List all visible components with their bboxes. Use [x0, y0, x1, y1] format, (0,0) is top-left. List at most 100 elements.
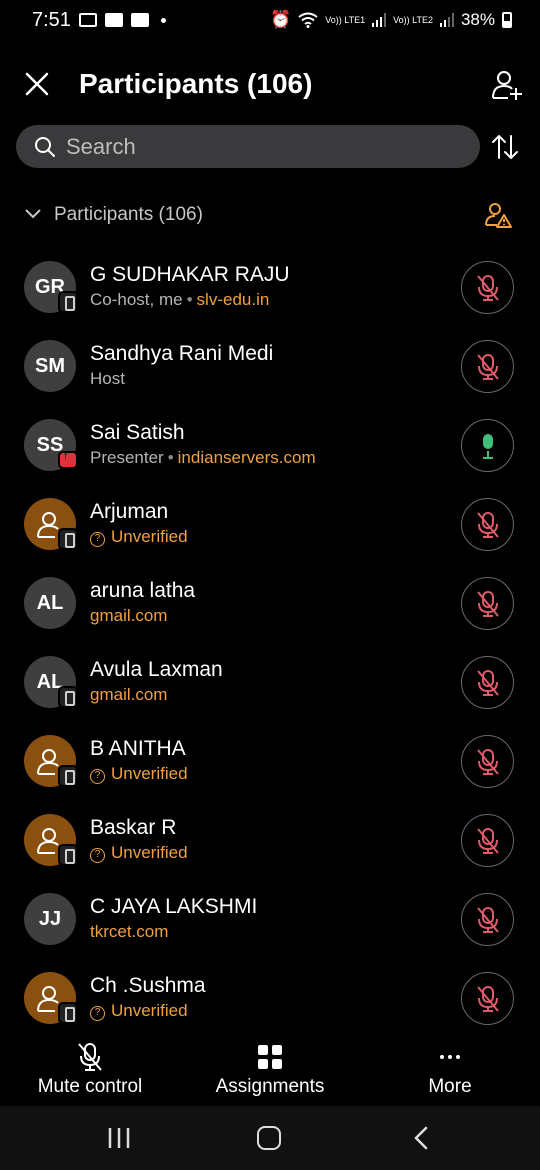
participants-list: GR G SUDHAKAR RAJU Co-host, me • slv-edu.in S…	[0, 248, 540, 1038]
person-warning-icon[interactable]	[484, 201, 512, 229]
alarm-icon: ⏰	[270, 10, 292, 29]
signal-icon	[372, 13, 387, 27]
participant-row[interactable]: AL Avula Laxman gmail.com	[0, 643, 540, 722]
notification-icon	[130, 13, 149, 27]
mic-muted-button[interactable]	[461, 972, 514, 1025]
participant-subtitle: ? Unverified	[90, 1001, 188, 1021]
mic-off-icon	[475, 747, 501, 777]
mic-muted-button[interactable]	[461, 735, 514, 788]
assignments-label: Assignments	[215, 1076, 325, 1097]
section-title: Participants (106)	[54, 204, 203, 225]
participant-name: Sai Satish	[90, 421, 185, 444]
participant-row[interactable]: GR G SUDHAKAR RAJU Co-host, me • slv-edu.in	[0, 248, 540, 327]
mic-muted-button[interactable]	[461, 577, 514, 630]
separator-dot: •	[167, 448, 174, 467]
system-nav-bar	[0, 1106, 540, 1170]
mobile-device-icon	[58, 528, 78, 550]
mic-off-icon	[475, 352, 501, 382]
recent-apps-icon[interactable]	[106, 1126, 132, 1150]
mobile-device-icon	[58, 291, 78, 313]
question-icon: ?	[90, 848, 105, 863]
status-bar: 7:51 ⏰ Vo)) LTE1 Vo)) LTE2 38%	[0, 0, 540, 40]
participant-row[interactable]: JJ C JAYA LAKSHMI tkrcet.com	[0, 880, 540, 959]
action-bar: Mute control Assignments More	[0, 1030, 540, 1106]
participant-row[interactable]: Ch .Sushma? Unverified	[0, 959, 540, 1038]
avatar: AL	[24, 577, 76, 629]
participant-name: G SUDHAKAR RAJU	[90, 263, 290, 286]
participant-name: Avula Laxman	[90, 658, 223, 681]
participant-name: B ANITHA	[90, 737, 186, 760]
status-time: 7:51	[32, 8, 71, 31]
unverified-label: Unverified	[111, 1001, 188, 1020]
mobile-device-icon	[58, 686, 78, 708]
avatar-initials: AL	[36, 591, 64, 614]
question-icon: ?	[90, 532, 105, 547]
mic-muted-button[interactable]	[461, 261, 514, 314]
battery-percent: 38%	[460, 10, 495, 29]
participant-name: C JAYA LAKSHMI	[90, 895, 258, 918]
participant-role: Host	[90, 369, 125, 388]
avatar-initials: JJ	[38, 907, 62, 930]
ellipsis-icon	[440, 1055, 460, 1059]
participant-name: Baskar R	[90, 816, 177, 839]
participant-row[interactable]: AL aruna latha gmail.com	[0, 564, 540, 643]
back-icon[interactable]	[410, 1126, 434, 1150]
mic-off-icon	[475, 510, 501, 540]
participant-name: Sandhya Rani Medi	[90, 342, 274, 365]
participant-row[interactable]: Baskar R? Unverified	[0, 801, 540, 880]
mic-muted-button[interactable]	[461, 498, 514, 551]
battery-icon	[502, 12, 512, 28]
participant-domain: indianservers.com	[177, 448, 316, 467]
search-icon	[35, 136, 55, 157]
question-icon: ?	[90, 1006, 105, 1021]
participant-name: Arjuman	[90, 500, 169, 523]
mic-active-button[interactable]	[461, 419, 514, 472]
participant-role: Co-host, me	[90, 290, 183, 309]
avatar: SM	[24, 340, 76, 392]
participant-row[interactable]: SM Sandhya Rani Medi Host	[0, 327, 540, 406]
mobile-device-icon	[58, 844, 78, 866]
participant-row[interactable]: B ANITHA? Unverified	[0, 722, 540, 801]
close-icon[interactable]	[22, 69, 52, 99]
more-label: More	[428, 1076, 472, 1097]
question-icon: ?	[90, 769, 105, 784]
participant-row[interactable]: Arjuman? Unverified	[0, 485, 540, 564]
page-title: Participants (106)	[79, 68, 313, 99]
separator-dot: •	[186, 290, 193, 309]
avatar: JJ	[24, 893, 76, 945]
participant-subtitle: ? Unverified	[90, 527, 188, 547]
assignments-button[interactable]: Assignments	[205, 1042, 335, 1098]
participant-role: Presenter	[90, 448, 164, 467]
more-button[interactable]: More	[410, 1042, 490, 1098]
unverified-label: Unverified	[111, 843, 188, 862]
mute-control-label: Mute control	[37, 1076, 143, 1097]
add-person-icon[interactable]	[490, 68, 524, 102]
home-icon[interactable]	[257, 1126, 281, 1150]
sort-icon[interactable]	[490, 132, 520, 162]
grid-icon	[258, 1045, 282, 1069]
search-bar[interactable]	[16, 125, 480, 168]
participant-subtitle: tkrcet.com	[90, 922, 168, 942]
search-input[interactable]	[66, 133, 446, 160]
participant-subtitle: gmail.com	[90, 685, 167, 705]
mobile-device-icon	[58, 1002, 78, 1024]
mic-off-icon	[475, 589, 501, 619]
mic-muted-button[interactable]	[461, 893, 514, 946]
participant-row[interactable]: SSSai SatishPresenter•indianservers.com	[0, 406, 540, 485]
mic-off-icon	[475, 273, 501, 303]
mic-muted-button[interactable]	[461, 814, 514, 867]
participants-section-header[interactable]: Participants (106)	[0, 195, 540, 237]
gallery-icon	[78, 13, 97, 27]
more-notifications-icon	[160, 17, 166, 23]
mic-off-icon	[475, 905, 501, 935]
participant-name: aruna latha	[90, 579, 196, 602]
mute-control-button[interactable]: Mute control	[30, 1042, 150, 1098]
participant-subtitle: gmail.com	[90, 606, 167, 626]
mic-muted-button[interactable]	[461, 656, 514, 709]
network-label-1: Vo)) LTE1	[325, 14, 366, 25]
network-label-2: Vo)) LTE2	[393, 14, 433, 25]
unverified-label: Unverified	[111, 764, 188, 783]
share-screen-icon	[58, 450, 78, 469]
unverified-label: Unverified	[111, 527, 188, 546]
mic-muted-button[interactable]	[461, 340, 514, 393]
